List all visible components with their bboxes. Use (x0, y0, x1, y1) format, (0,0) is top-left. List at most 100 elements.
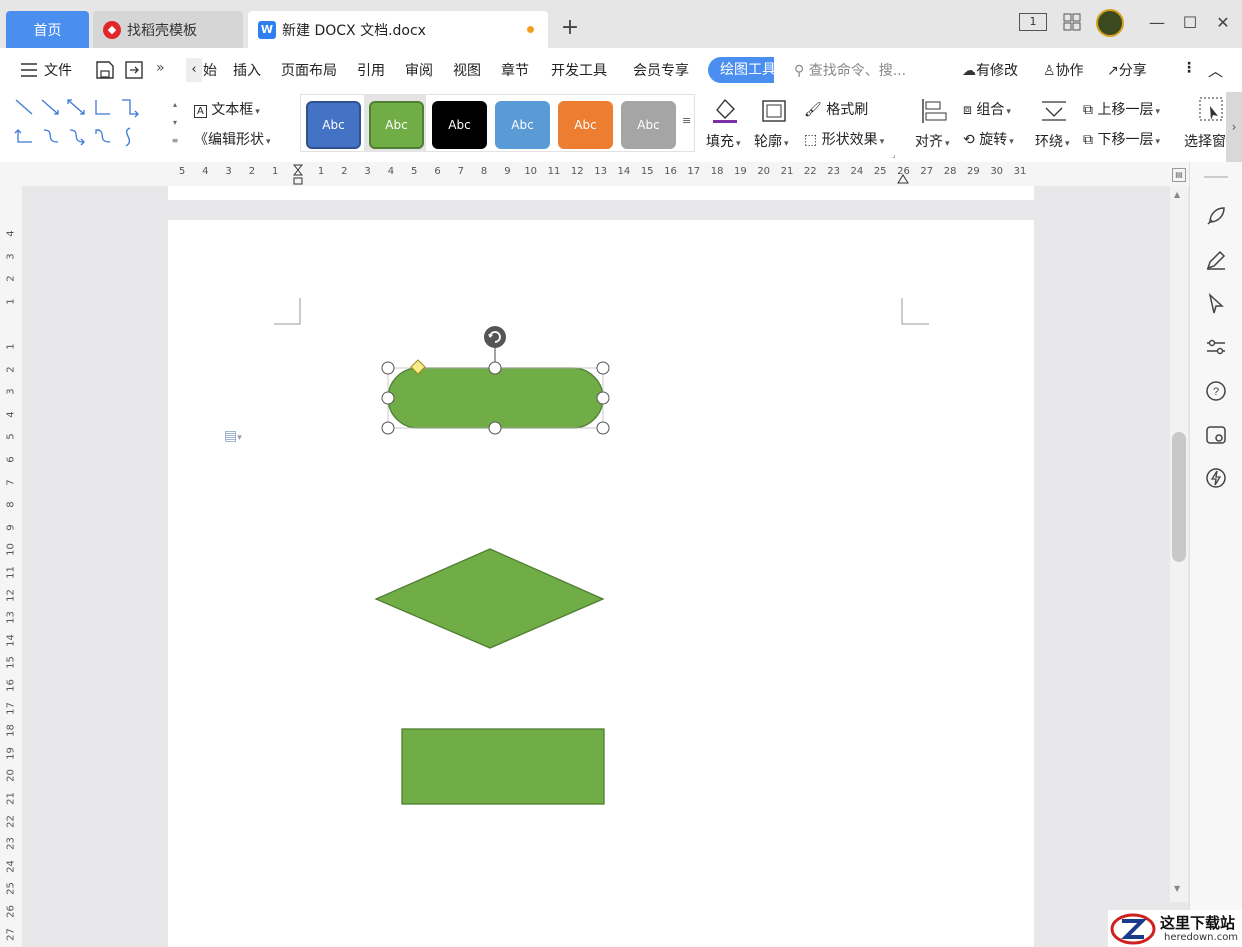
menu-drawing-tools[interactable]: 绘图工具 (708, 57, 774, 83)
wrap-button[interactable]: 环绕 ▾ (1035, 131, 1070, 151)
ruler-tick-label: 3 (225, 166, 232, 177)
has-changes-button[interactable]: ☁有修改 (962, 60, 1018, 80)
style-preset-blue[interactable]: Abc (306, 101, 361, 149)
fill-icon[interactable] (711, 96, 739, 124)
scroll-down-icon[interactable]: ▼ (1174, 884, 1180, 893)
ruler-tick-label: 13 (5, 611, 17, 625)
resize-handle-top-right[interactable] (596, 361, 610, 375)
style-more-icon[interactable]: ≡ (682, 114, 691, 127)
grid-apps-icon[interactable] (1063, 13, 1081, 31)
menu-start[interactable]: 始 (203, 60, 217, 80)
scroll-up-icon[interactable]: ▲ (1174, 190, 1180, 199)
page-view-icon[interactable]: 1 (1019, 13, 1047, 31)
horizontal-ruler[interactable]: 5 4 3 2 1 1 2 3 4 5 6 7 8 9 10 11 12 13 14 15 16 17 18 19 20 21 22… (0, 162, 1242, 186)
dialog-launcher-icon[interactable]: ⌟ (892, 150, 896, 159)
resize-handle-bottom-left[interactable] (381, 421, 395, 435)
diamond-shape[interactable] (374, 548, 605, 649)
format-brush-button[interactable]: 🖌 格式刷 (804, 99, 868, 119)
menu-reference[interactable]: 引用 (357, 60, 385, 80)
unsaved-dot-icon (527, 26, 534, 33)
scroll-left-icon[interactable]: ‹ (186, 58, 202, 82)
ribbon-scroll-right-icon[interactable]: › (1226, 92, 1242, 162)
ruler-tick-label: 2 (5, 275, 17, 282)
resize-handle-left[interactable] (381, 391, 395, 405)
more-options-icon[interactable]: ⋮ (1182, 60, 1196, 76)
close-icon[interactable]: ✕ (1213, 12, 1233, 34)
help-icon[interactable]: ? (1204, 379, 1228, 403)
rocket-icon[interactable] (1204, 204, 1228, 228)
edit-shape-button[interactable]: 《编辑形状 ▾ (194, 129, 271, 149)
lightning-icon[interactable] (1204, 466, 1228, 490)
menu-member[interactable]: 会员专享 (633, 60, 689, 80)
menu-file[interactable]: 文件 (44, 60, 72, 80)
group-button[interactable]: ⧈ 组合 ▾ (963, 99, 1011, 119)
ruler-tick-label: 5 (178, 166, 186, 177)
send-backward-button[interactable]: ⧉ 下移一层 ▾ (1083, 129, 1160, 149)
ruler-tick-label: 23 (5, 837, 17, 851)
panel-drag-handle[interactable] (1204, 176, 1228, 178)
rotate-handle-icon[interactable] (484, 326, 506, 348)
menu-insert[interactable]: 插入 (233, 60, 261, 80)
pen-icon[interactable] (1204, 248, 1228, 272)
hamburger-icon[interactable] (20, 62, 38, 78)
connector-gallery[interactable] (12, 96, 184, 152)
resize-handle-top-left[interactable] (381, 361, 395, 375)
share-button[interactable]: ↗分享 (1107, 60, 1147, 80)
collapse-ribbon-icon[interactable]: ︿ (1208, 60, 1223, 81)
menu-devtools[interactable]: 开发工具 (551, 60, 607, 80)
rotate-button[interactable]: ⟲ 旋转 ▾ (963, 129, 1014, 149)
minimize-icon[interactable]: — (1147, 12, 1167, 34)
search-box[interactable]: ⚲ 查找命令、搜... (794, 60, 906, 80)
fill-button[interactable]: 填充 ▾ (706, 131, 741, 151)
tab-document[interactable]: W 新建 DOCX 文档.docx (248, 11, 548, 48)
user-avatar[interactable] (1096, 9, 1124, 37)
rounded-rectangle-shape[interactable] (387, 367, 604, 429)
sliders-icon[interactable] (1204, 335, 1228, 359)
rectangle-shape[interactable] (401, 728, 605, 805)
menu-review[interactable]: 审阅 (405, 60, 433, 80)
align-button[interactable]: 对齐 ▾ (915, 131, 950, 151)
more-chevron-icon[interactable]: » (156, 60, 165, 76)
align-icon[interactable] (920, 97, 948, 125)
wrap-icon[interactable] (1040, 98, 1068, 124)
save-icon[interactable] (95, 60, 115, 80)
resize-handle-top[interactable] (488, 361, 502, 375)
pointer-icon[interactable] (1204, 292, 1228, 316)
scrollbar-thumb[interactable] (1172, 432, 1186, 562)
textbox-button[interactable]: A 文本框 ▾ (194, 99, 260, 119)
collaborate-button[interactable]: ♙协作 (1043, 60, 1084, 80)
output-icon[interactable] (124, 60, 144, 80)
ruler-toggle-icon[interactable]: ▤ (1172, 168, 1186, 182)
image-tool-icon[interactable] (1204, 423, 1228, 447)
outline-icon[interactable] (760, 98, 788, 126)
style-preset-black[interactable]: Abc (432, 101, 487, 149)
vertical-ruler[interactable]: 4 3 2 1 1 2 3 4 5 6 7 8 9 10 11 12 13 14 15 16 17 18 19 20 21 22 2… (0, 186, 22, 947)
gallery-scroll-icon[interactable]: ▴ ▾ ≡ (168, 96, 182, 152)
select-pane-label: 选择窗 (1184, 134, 1226, 150)
shape-effect-button[interactable]: ⬚ 形状效果 ▾ (804, 129, 884, 149)
style-preset-gray[interactable]: Abc (621, 101, 676, 149)
style-preset-orange[interactable]: Abc (558, 101, 613, 149)
style-preset-green[interactable]: Abc (369, 101, 424, 149)
resize-handle-bottom-right[interactable] (596, 421, 610, 435)
menu-page-layout[interactable]: 页面布局 (281, 60, 337, 80)
menu-section[interactable]: 章节 (501, 60, 529, 80)
ruler-tick-label: 15 (640, 166, 654, 177)
new-tab-button[interactable]: + (560, 16, 580, 40)
resize-handle-bottom[interactable] (488, 421, 502, 435)
indent-marker-icon[interactable] (292, 164, 304, 185)
style-preset-lightblue[interactable]: Abc (495, 101, 550, 149)
select-pane-button[interactable]: 选择窗 (1184, 131, 1226, 151)
select-pane-icon[interactable] (1198, 96, 1224, 124)
maximize-icon[interactable]: ☐ (1180, 12, 1200, 34)
resize-handle-right[interactable] (596, 391, 610, 405)
ruler-tick-label: 14 (5, 633, 17, 647)
document-page[interactable]: ▤▾ (168, 220, 1034, 947)
has-changes-label: 有修改 (976, 63, 1018, 79)
menu-view[interactable]: 视图 (453, 60, 481, 80)
ruler-tick-label: 29 (967, 166, 980, 177)
outline-button[interactable]: 轮廓 ▾ (754, 131, 789, 151)
tab-template[interactable]: ◆ 找稻壳模板 (93, 11, 243, 48)
tab-home[interactable]: 首页 (6, 11, 89, 48)
bring-forward-button[interactable]: ⧉ 上移一层 ▾ (1083, 99, 1160, 119)
